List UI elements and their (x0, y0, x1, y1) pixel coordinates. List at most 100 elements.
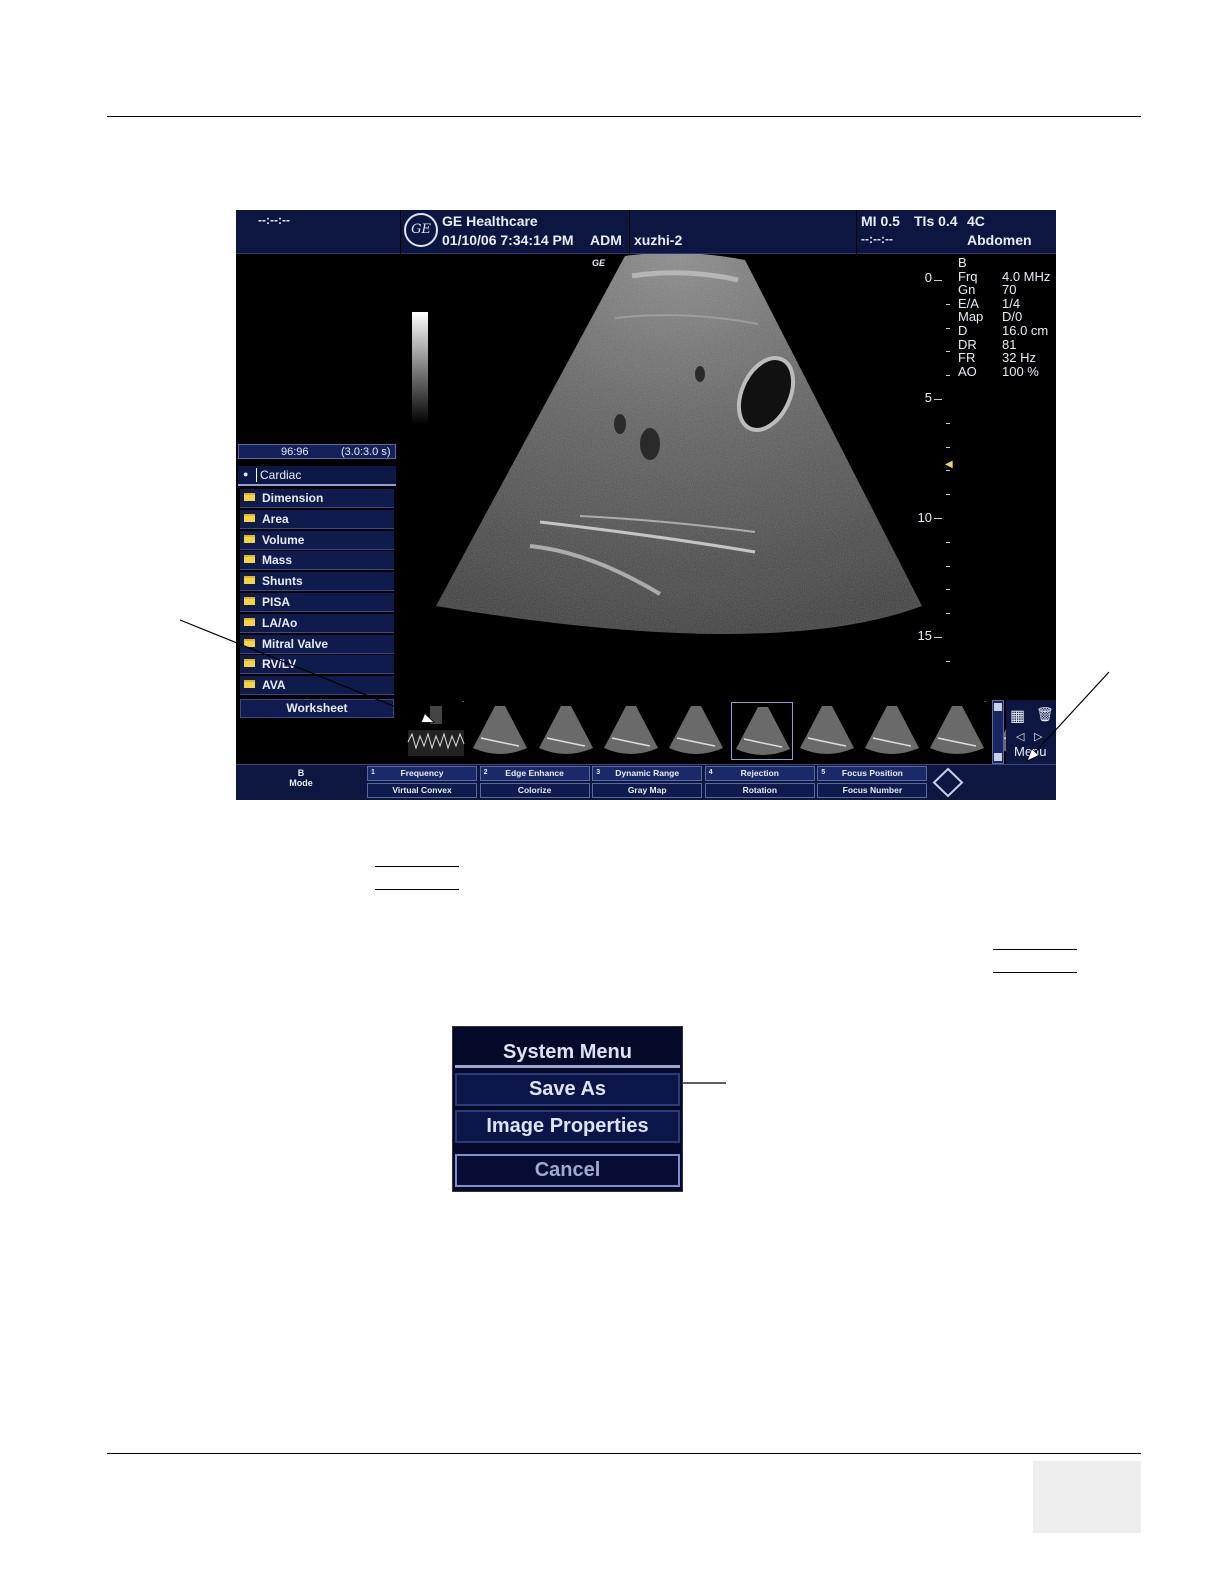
softkey-bar: B Mode 1 Frequency 2 Edge Enhance 3 Dynamic R… (236, 764, 1056, 800)
measure-menu-title[interactable]: ● Cardiac (238, 466, 396, 486)
measure-folder[interactable]: PISA (240, 593, 394, 612)
menu-button[interactable]: Menu (1014, 744, 1047, 759)
folder-icon (244, 493, 255, 501)
measure-folder[interactable]: Dimension (240, 489, 394, 508)
softkey-top[interactable]: 5 Focus Position (817, 766, 928, 781)
depth-label: 15 (917, 628, 932, 643)
header-left: --:--:-- (236, 210, 400, 254)
param-key: Map (958, 309, 984, 325)
measure-folder[interactable]: Mass (240, 551, 394, 571)
depth-tick (934, 518, 942, 519)
image-thumbnail[interactable] (665, 702, 728, 760)
param-value: 1/4 (1002, 295, 1021, 311)
param-key: B (958, 255, 967, 270)
clipboard-scrollbar[interactable] (992, 700, 1004, 764)
softkey-top[interactable]: 4 Rejection (704, 766, 815, 781)
grid-icon[interactable]: ▦ (1010, 706, 1025, 726)
ultrasound-screen: --:--:-- GE GE Healthcare 01/10/06 7:34:… (236, 210, 1056, 800)
mmode-thumbnail[interactable] (404, 702, 466, 760)
softkey-bottom[interactable]: Rotation (704, 783, 815, 798)
depth-tick (946, 589, 950, 591)
softkey-top[interactable]: 2 Edge Enhance (479, 766, 590, 781)
measure-folder[interactable]: Volume (240, 530, 394, 550)
scroll-up-icon[interactable] (994, 703, 1002, 711)
next-arrow-icon[interactable]: ▷ (1034, 730, 1042, 743)
depth-tick (934, 399, 942, 400)
clipboard-tools: ▦ 🗑 ◁ ▷ Menu (1006, 700, 1056, 764)
blank-line (375, 866, 459, 867)
softkey-number: 4 (708, 769, 713, 776)
save-as-button[interactable]: Save As (455, 1073, 680, 1106)
depth-label: 10 (917, 510, 932, 525)
folder-icon (244, 534, 255, 543)
preset-name: Abdomen (967, 232, 1032, 248)
softkey-bottom[interactable]: Virtual Convex (367, 783, 477, 798)
image-thumbnail[interactable] (469, 702, 532, 760)
softkey-bottom[interactable]: Focus Number (817, 783, 928, 798)
image-properties-button[interactable]: Image Properties (455, 1110, 680, 1143)
cine-range: (3.0:3.0 s) (341, 446, 391, 458)
depth-tick (946, 565, 950, 567)
folder-label: RV/LV (262, 657, 297, 672)
image-thumbnail[interactable] (861, 702, 924, 760)
folder-icon (244, 638, 255, 647)
depth-tick (946, 446, 950, 448)
folder-label: Mitral Valve (262, 636, 329, 651)
image-thumbnail[interactable] (599, 702, 662, 760)
measure-folder[interactable]: Mitral Valve (240, 634, 394, 654)
blank-line (993, 949, 1077, 950)
probe-name: 4C (967, 213, 985, 229)
image-thumbnail[interactable] (795, 702, 858, 760)
ultrasound-image (436, 254, 922, 634)
softkey-label: Focus Position (841, 768, 903, 778)
param-value: D/0 (1002, 309, 1023, 325)
header-left-time: --:--:-- (258, 213, 290, 227)
param-key: D (958, 322, 968, 338)
cine-frame: 96:96 (281, 446, 309, 458)
softkey-number: 2 (483, 769, 488, 776)
folder-icon (244, 576, 255, 585)
softkey-bottom[interactable]: Gray Map (592, 783, 703, 798)
measure-folder[interactable]: LA/Ao (240, 613, 394, 633)
softkey-top[interactable]: 3 Dynamic Range (592, 766, 703, 781)
depth-tick (946, 613, 950, 615)
mi-value: MI 0.5 (861, 213, 900, 229)
softkey-top[interactable]: 1 Frequency (367, 766, 477, 781)
image-thumbnail[interactable] (534, 702, 597, 760)
folder-icon (244, 555, 255, 564)
image-thumbnail[interactable] (926, 702, 989, 760)
measure-folder[interactable]: Area (240, 509, 394, 529)
scroll-down-icon[interactable] (994, 753, 1002, 761)
measure-folder[interactable]: AVA (240, 676, 394, 696)
softkey-label: Frequency (400, 768, 444, 778)
tis-value: TIs 0.4 (914, 213, 958, 229)
depth-tick (946, 470, 950, 472)
image-area: GE 0 5 10 15 ◀ B Frq 4.0 MHz Gn 70 E/A 1… (400, 254, 1056, 700)
param-key: Gn (958, 282, 976, 298)
folder-label: Area (262, 511, 289, 526)
softkey-bottom[interactable]: Colorize (479, 783, 590, 798)
softkey-label: Dynamic Range (615, 768, 680, 778)
trash-icon[interactable]: 🗑 (1036, 706, 1054, 723)
measure-folder[interactable]: Shunts (240, 572, 394, 592)
cancel-button[interactable]: Cancel (455, 1154, 680, 1187)
folder-label: Shunts (262, 574, 303, 589)
depth-tick (946, 303, 950, 305)
cine-timebar[interactable]: 96:96 (3.0:3.0 s) (238, 444, 396, 459)
left-panel: 96:96 (3.0:3.0 s) ● Cardiac Dimension Are… (236, 254, 398, 764)
folder-label: Volume (262, 532, 305, 547)
worksheet-button[interactable]: Worksheet (240, 699, 394, 718)
depth-tick (946, 660, 950, 662)
softkey-label: Edge Enhance (505, 768, 564, 778)
patient-name: xuzhi-2 (634, 232, 683, 248)
measure-folder[interactable]: RV/LV (240, 655, 394, 675)
folder-icon (244, 597, 255, 605)
brand-name: GE Healthcare (442, 213, 538, 229)
navigation-diamond-icon[interactable] (932, 767, 964, 798)
param-value: 100 % (1002, 363, 1039, 379)
folder-label: Dimension (262, 491, 324, 505)
prev-arrow-icon[interactable]: ◁ (1016, 730, 1024, 743)
folder-icon (244, 513, 255, 522)
softkey-number: 3 (596, 769, 601, 776)
image-thumbnail[interactable] (730, 702, 793, 760)
